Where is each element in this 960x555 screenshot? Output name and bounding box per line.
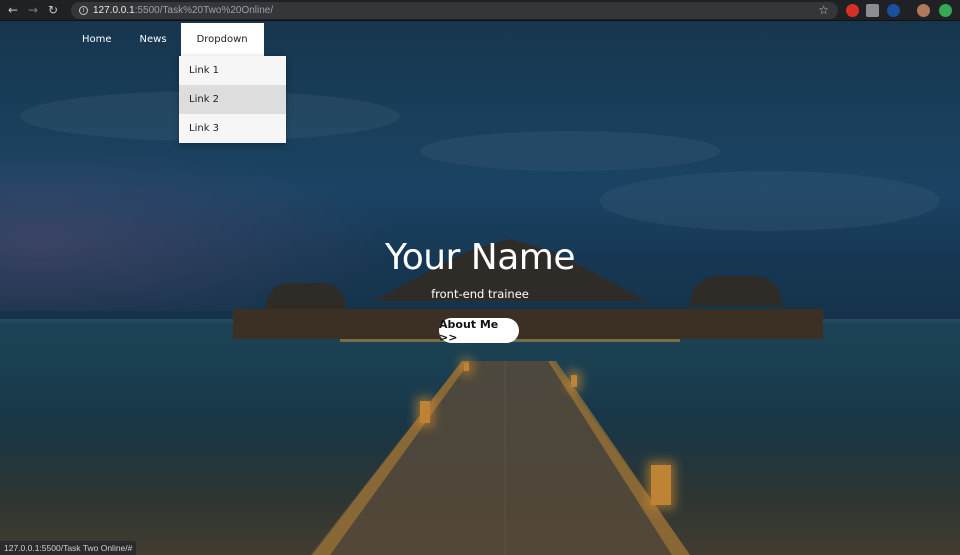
extension-icon[interactable]	[887, 4, 900, 17]
dropdown-link-1[interactable]: Link 1	[179, 56, 286, 85]
reload-icon[interactable]: ↻	[43, 0, 63, 21]
bookmark-star-icon[interactable]: ☆	[818, 2, 829, 19]
dropdown-link-3[interactable]: Link 3	[179, 114, 286, 143]
dropdown-menu: Link 1 Link 2 Link 3	[179, 56, 286, 143]
camera-extension-icon[interactable]	[866, 4, 879, 17]
back-icon[interactable]: ←	[3, 0, 23, 21]
nav-home[interactable]: Home	[68, 23, 126, 56]
navbar: Home News Dropdown	[68, 23, 264, 56]
page-background: Home News Dropdown Link 1 Link 2 Link 3 …	[0, 21, 960, 555]
nav-dropdown[interactable]: Dropdown	[180, 23, 264, 56]
avatar[interactable]	[917, 4, 930, 17]
status-bar-url: 127.0.0.1:5500/Task Two Online/#	[0, 541, 137, 555]
update-icon[interactable]	[939, 4, 952, 17]
nav-news[interactable]: News	[126, 23, 181, 56]
hero-subtitle: front-end trainee	[431, 287, 529, 301]
info-icon[interactable]: i	[79, 6, 88, 15]
address-bar[interactable]: i 127.0.0.1:5500/Task%20Two%20Online/ ☆	[71, 2, 838, 19]
url-host: 127.0.0.1	[93, 5, 135, 16]
url-path: :5500/Task%20Two%20Online/	[134, 5, 274, 16]
forward-icon[interactable]: →	[23, 0, 43, 21]
about-me-button[interactable]: About Me >>	[439, 318, 519, 344]
dropdown-link-2[interactable]: Link 2	[179, 85, 286, 114]
browser-toolbar: ← → ↻ i 127.0.0.1:5500/Task%20Two%20Onli…	[0, 0, 960, 21]
hero-title: Your Name	[384, 237, 576, 278]
extension-icon[interactable]	[846, 4, 859, 17]
